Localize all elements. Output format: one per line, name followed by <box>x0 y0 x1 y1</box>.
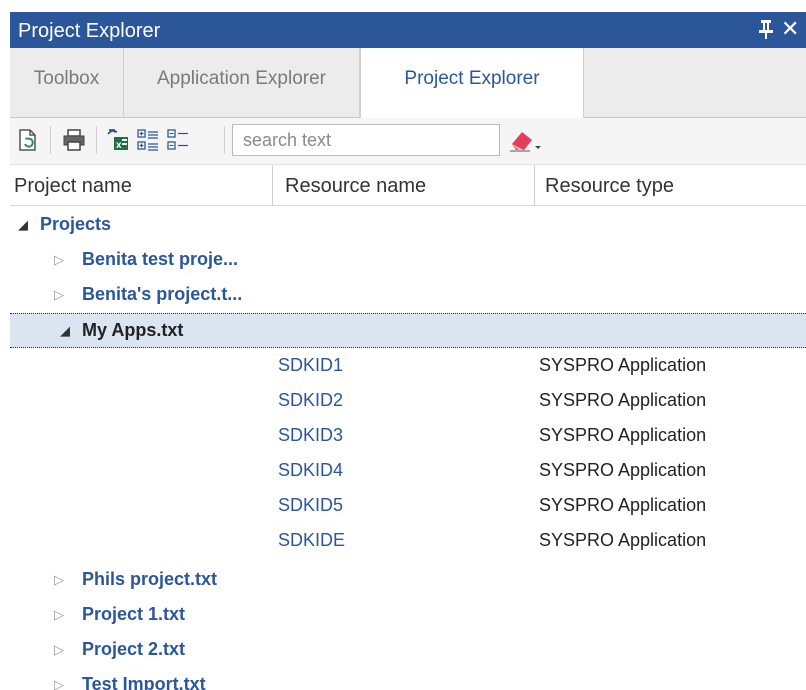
refresh-document-icon[interactable] <box>16 128 40 152</box>
resource-row[interactable]: SDKID3 SYSPRO Application <box>10 419 806 454</box>
collapsed-arrow-icon[interactable]: ▷ <box>54 677 64 690</box>
collapsed-arrow-icon[interactable]: ▷ <box>54 252 64 268</box>
resource-row[interactable]: SDKID5 SYSPRO Application <box>10 489 806 524</box>
column-header-row: Project name Resource name Resource type <box>10 164 806 207</box>
tab-toolbox[interactable]: Toolbox <box>10 48 124 118</box>
tree-node-label: Project 1.txt <box>82 604 186 624</box>
toolbar-separator <box>224 126 225 154</box>
project-explorer-panel: Project Explorer ✕ Toolbox Application E… <box>10 12 806 690</box>
expanded-arrow-icon[interactable]: ◢ <box>18 217 28 233</box>
tree-node-label: Test Import.txt <box>82 674 206 690</box>
tree-node-projects[interactable]: ◢ Projects <box>10 208 806 243</box>
collapse-all-icon[interactable] <box>166 128 190 152</box>
toolbar: x <box>10 118 806 164</box>
resource-type: SYSPRO Application <box>539 495 707 515</box>
resource-type: SYSPRO Application <box>539 390 707 410</box>
eraser-icon[interactable] <box>508 126 544 154</box>
svg-text:x: x <box>116 140 122 151</box>
tree-node-label: Benita test proje... <box>82 249 239 269</box>
resource-name: SDKID5 <box>278 495 344 515</box>
column-resource-type[interactable]: Resource type <box>534 165 806 207</box>
tree-node-label: Projects <box>40 214 112 234</box>
tree-node-project[interactable]: ▷ Phils project.txt <box>10 563 806 598</box>
tree-node-project[interactable]: ▷ Benita test proje... <box>10 243 806 278</box>
resource-type: SYSPRO Application <box>539 355 707 375</box>
toolbar-separator <box>50 126 51 154</box>
panel-title-bar: Project Explorer ✕ <box>10 12 806 48</box>
tree-node-project[interactable]: ▷ Benita's project.t... <box>10 278 806 313</box>
resource-name: SDKID3 <box>278 425 344 445</box>
close-icon[interactable]: ✕ <box>781 16 799 42</box>
resource-row[interactable]: SDKID4 SYSPRO Application <box>10 454 806 489</box>
column-project-name[interactable]: Project name <box>10 165 272 207</box>
project-tree: ◢ Projects ▷ Benita test proje... ▷ Beni… <box>10 206 806 690</box>
tree-node-project[interactable]: ▷ Test Import.txt <box>10 668 806 690</box>
resource-name: SDKIDE <box>278 530 346 550</box>
tree-node-label: Project 2.txt <box>82 639 186 659</box>
print-icon[interactable] <box>62 128 86 152</box>
tab-project-explorer[interactable]: Project Explorer <box>360 48 584 119</box>
collapsed-arrow-icon[interactable]: ▷ <box>54 572 64 588</box>
search-input[interactable] <box>232 124 500 156</box>
toolbar-separator <box>96 126 97 154</box>
panel-title: Project Explorer <box>18 20 161 42</box>
tree-node-label: My Apps.txt <box>82 320 184 340</box>
tree-node-label: Phils project.txt <box>82 569 218 589</box>
resource-name: SDKID2 <box>278 390 344 410</box>
resource-name: SDKID4 <box>278 460 344 480</box>
tree-node-project-selected[interactable]: ◢ My Apps.txt <box>10 313 806 348</box>
resource-name: SDKID1 <box>278 355 344 375</box>
resource-type: SYSPRO Application <box>539 460 707 480</box>
tree-node-project[interactable]: ▷ Project 2.txt <box>10 633 806 668</box>
resource-row[interactable]: SDKIDE SYSPRO Application <box>10 524 806 559</box>
pin-icon[interactable] <box>757 18 775 40</box>
column-resource-name[interactable]: Resource name <box>272 165 534 207</box>
resource-type: SYSPRO Application <box>539 530 707 550</box>
expand-all-icon[interactable] <box>136 128 160 152</box>
resource-type: SYSPRO Application <box>539 425 707 445</box>
tree-node-project[interactable]: ▷ Project 1.txt <box>10 598 806 633</box>
resource-row[interactable]: SDKID1 SYSPRO Application <box>10 349 806 384</box>
expanded-arrow-icon[interactable]: ◢ <box>60 323 70 339</box>
tree-node-label: Benita's project.t... <box>82 284 243 304</box>
collapsed-arrow-icon[interactable]: ▷ <box>54 287 64 303</box>
tab-strip: Toolbox Application Explorer Project Exp… <box>10 48 806 119</box>
collapsed-arrow-icon[interactable]: ▷ <box>54 607 64 623</box>
collapsed-arrow-icon[interactable]: ▷ <box>54 642 64 658</box>
export-excel-icon[interactable]: x <box>106 128 130 152</box>
resource-row[interactable]: SDKID2 SYSPRO Application <box>10 384 806 419</box>
tab-application-explorer[interactable]: Application Explorer <box>124 48 360 118</box>
